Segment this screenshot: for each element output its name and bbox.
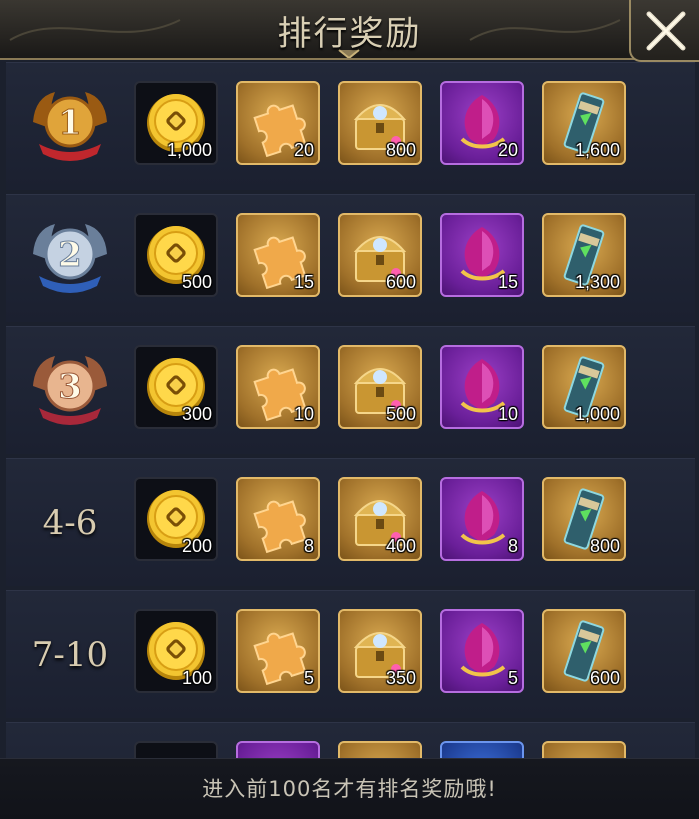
reward-item-gem[interactable]: 10 [440,345,524,429]
rank-cell: 3 [6,327,134,455]
reward-item-partial[interactable] [134,741,218,758]
reward-quantity: 8 [303,536,314,556]
reward-quantity: 500 [181,272,212,292]
reward-item-scroll[interactable]: 600 [542,609,626,693]
reward-item-puzzle[interactable]: 8 [236,477,320,561]
reward-row: 2 500 15 600 15 1,300 [6,194,695,322]
reward-quantity: 5 [303,668,314,688]
footer-notice: 进入前100名才有排名奖励哦! [202,777,497,801]
page-title: 排行奖励 [277,14,422,54]
reward-quantity: 800 [589,536,620,556]
reward-item-chest[interactable]: 500 [338,345,422,429]
reward-item-puzzle[interactable]: 10 [236,345,320,429]
reward-item-partial[interactable] [440,741,524,758]
rank-rewards-panel: 排行奖励 1 1,000 20 800 20 1,600 2 500 15 600 15 1,300 3… [0,0,699,819]
gold-medal-icon: 1 [33,92,107,161]
reward-quantity: 1,300 [574,272,620,292]
reward-row-partial [6,722,695,758]
reward-quantity: 350 [385,668,416,688]
reward-item-partial[interactable] [338,741,422,758]
close-button[interactable] [629,0,699,62]
reward-item-chest[interactable]: 350 [338,609,422,693]
reward-quantity: 800 [385,140,416,160]
reward-item-chest[interactable]: 400 [338,477,422,561]
reward-item-scroll[interactable]: 1,000 [542,345,626,429]
reward-row: 3 300 10 500 10 1,000 [6,326,695,454]
reward-quantity: 15 [293,272,314,292]
reward-item-scroll[interactable]: 1,600 [542,81,626,165]
reward-item-scroll[interactable]: 1,300 [542,213,626,297]
medal-rank-number: 3 [58,367,82,407]
reward-item-chest[interactable]: 800 [338,81,422,165]
reward-quantity: 1,000 [166,140,212,160]
reward-quantity: 8 [507,536,518,556]
reward-item-partial[interactable] [542,741,626,758]
reward-item-coin[interactable]: 300 [134,345,218,429]
reward-item-partial[interactable] [236,741,320,758]
reward-quantity: 600 [385,272,416,292]
footer: 进入前100名才有排名奖励哦! [0,758,699,819]
reward-item-gem[interactable]: 8 [440,477,524,561]
reward-quantity: 200 [181,536,212,556]
silver-medal-icon: 2 [33,224,107,293]
reward-quantity: 1,000 [574,404,620,424]
reward-quantity: 1,600 [574,140,620,160]
reward-item-gem[interactable]: 15 [440,213,524,297]
reward-quantity: 20 [497,140,518,160]
reward-item-scroll[interactable]: 800 [542,477,626,561]
reward-quantity: 20 [293,140,314,160]
reward-quantity: 100 [181,668,212,688]
rank-cell: 7-10 [6,591,134,719]
reward-quantity: 300 [181,404,212,424]
reward-quantity: 5 [507,668,518,688]
reward-item-gem[interactable]: 5 [440,609,524,693]
rank-cell: 1 [6,63,134,191]
rank-label: 4-6 [42,503,98,543]
reward-quantity: 600 [589,668,620,688]
reward-quantity: 500 [385,404,416,424]
reward-quantity: 10 [497,404,518,424]
reward-item-coin[interactable]: 500 [134,213,218,297]
reward-row: 4-6 200 8 400 8 800 [6,458,695,586]
reward-item-puzzle[interactable]: 5 [236,609,320,693]
reward-item-puzzle[interactable]: 20 [236,81,320,165]
rank-cell: 4-6 [6,459,134,587]
medal-rank-number: 1 [58,103,82,143]
bronze-medal-icon: 3 [33,356,107,425]
reward-row: 1 1,000 20 800 20 1,600 [6,62,695,190]
reward-item-puzzle[interactable]: 15 [236,213,320,297]
reward-item-coin[interactable]: 1,000 [134,81,218,165]
reward-quantity: 15 [497,272,518,292]
reward-item-gem[interactable]: 20 [440,81,524,165]
reward-quantity: 10 [293,404,314,424]
title-bar: 排行奖励 [0,0,699,60]
medal-rank-number: 2 [58,235,82,275]
reward-item-coin[interactable]: 100 [134,609,218,693]
rank-label: 7-10 [31,635,109,675]
reward-item-coin[interactable]: 200 [134,477,218,561]
close-x-icon [646,11,686,51]
reward-quantity: 400 [385,536,416,556]
rank-cell: 2 [6,195,134,323]
reward-item-chest[interactable]: 600 [338,213,422,297]
reward-list[interactable]: 1 1,000 20 800 20 1,600 2 500 15 600 15 1,300 3 300 10… [0,62,699,758]
reward-row: 7-10 100 5 350 5 600 [6,590,695,718]
